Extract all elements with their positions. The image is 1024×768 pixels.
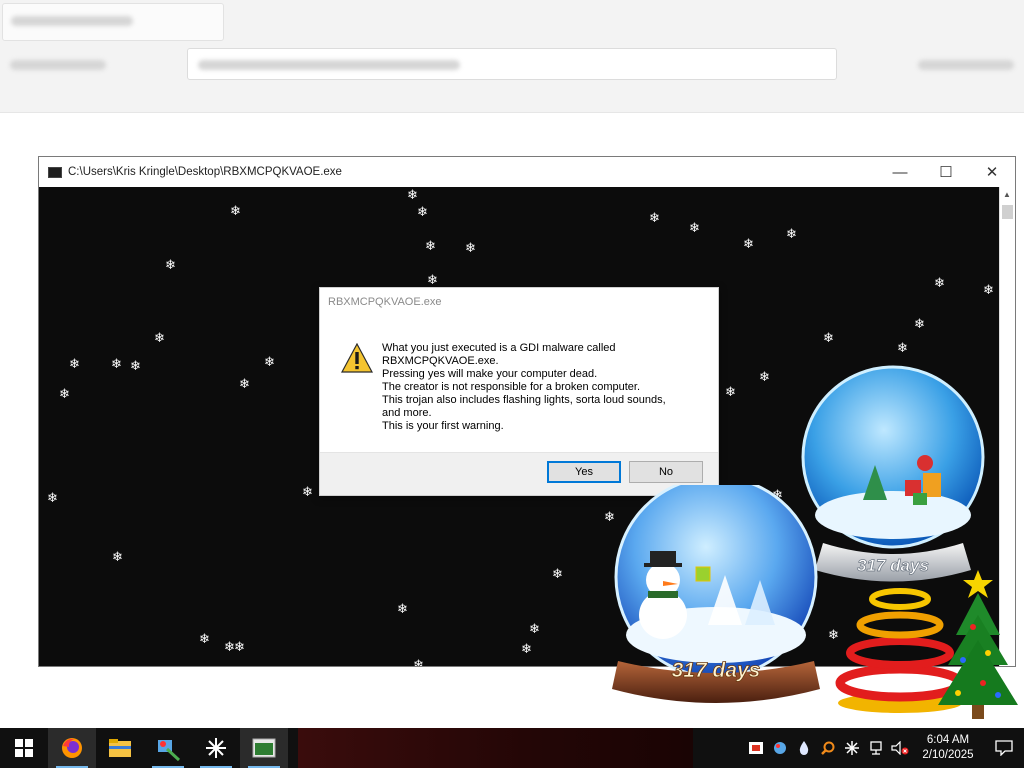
start-button[interactable] (0, 728, 48, 768)
warning-icon (341, 343, 373, 373)
close-button[interactable]: ✕ (969, 157, 1015, 187)
snowflake-icon: ❄ (689, 220, 700, 235)
windows-logo-icon (15, 739, 33, 757)
taskbar: 6:04 AM 2/10/2025 (0, 728, 1024, 768)
snowflake-icon: ❄ (230, 203, 241, 218)
snowflake-icon: ❄ (397, 601, 408, 616)
taskbar-clock[interactable]: 6:04 AM 2/10/2025 (912, 733, 984, 763)
warning-dialog[interactable]: RBXMCPQKVAOE.exe What you just executed … (319, 287, 719, 496)
background-blurred-text (918, 60, 1014, 70)
snowflake-icon: ❄ (425, 238, 436, 253)
snowflake-icon: ❄ (111, 356, 122, 371)
scroll-up-arrow-icon[interactable]: ▲ (1003, 190, 1011, 199)
tray-droplet-icon[interactable] (792, 728, 816, 768)
snowflake-icon: ❄ (154, 330, 165, 345)
tray-paint-icon[interactable] (768, 728, 792, 768)
console-titlebar[interactable]: C:\Users\Kris Kringle\Desktop\RBXMCPQKVA… (39, 157, 1015, 187)
yes-button[interactable]: Yes (547, 461, 621, 483)
console-window-icon (252, 738, 276, 758)
volume-muted-icon[interactable] (888, 728, 912, 768)
dialog-title: RBXMCPQKVAOE.exe (328, 296, 442, 308)
snowflake-icon: ❄ (407, 187, 418, 202)
snowflake-icon: ❄ (427, 272, 438, 287)
snowflake-icon: ❄ (69, 356, 80, 371)
snowflake-icon: ❄ (302, 484, 313, 499)
system-tray: 6:04 AM 2/10/2025 (744, 728, 1024, 768)
background-blurred-text (10, 60, 106, 70)
snowflake-icon: ❄ (759, 369, 770, 384)
snowflake-icon: ❄ (823, 330, 834, 345)
snowflake-icon: ❄ (743, 236, 754, 251)
taskbar-console-window[interactable] (240, 728, 288, 768)
notification-icon (995, 740, 1013, 756)
minimize-button[interactable]: — (877, 157, 923, 187)
clock-date: 2/10/2025 (922, 749, 974, 761)
snowflake-icon: ❄ (897, 340, 908, 355)
taskbar-firefox[interactable] (48, 728, 96, 768)
folder-icon (109, 739, 131, 757)
tray-app-icon[interactable] (744, 728, 768, 768)
background-browser-chrome (0, 0, 1024, 113)
snowflake-icon: ❄ (914, 316, 925, 331)
snowflake-icon: ❄ (199, 631, 210, 646)
snowflake-icon: ❄ (786, 226, 797, 241)
snowflake-icon: ❄ (465, 240, 476, 255)
console-title: C:\Users\Kris Kringle\Desktop\RBXMCPQKVA… (68, 166, 342, 178)
snowflake-icon: ❄ (552, 566, 563, 581)
snowflake-icon: ❄ (521, 641, 532, 656)
snowflake-icon: ❄ (529, 621, 540, 636)
snowflake-icon: ❄ (47, 490, 58, 505)
notification-center-button[interactable] (984, 728, 1024, 768)
snowflake-icon: ❄ (983, 282, 994, 297)
taskbar-snowflake-app[interactable] (192, 728, 240, 768)
console-app-icon (48, 166, 62, 178)
taskbar-file-explorer[interactable] (96, 728, 144, 768)
dialog-message: What you just executed is a GDI malware … (382, 342, 666, 432)
snowflake-icon: ❄ (649, 210, 660, 225)
paint-icon (158, 740, 181, 761)
snowflake-icon: ❄ (59, 386, 70, 401)
background-address-bar (187, 48, 837, 80)
firefox-icon (62, 738, 82, 758)
snowflake-icon: ❄ (934, 275, 945, 290)
snowflake-icon: ❄ (239, 376, 250, 391)
no-button[interactable]: No (629, 461, 703, 483)
snowflake-icon: ❄ (725, 384, 736, 399)
snowglobe-front-label: 317 days (672, 659, 761, 682)
clock-time: 6:04 AM (926, 734, 970, 746)
tray-search-icon[interactable] (816, 728, 840, 768)
snowflake-icon: ❄ (264, 354, 275, 369)
snowflake-icon: ❄ (234, 639, 245, 654)
network-icon[interactable] (864, 728, 888, 768)
background-tab (2, 3, 224, 41)
christmas-tree (938, 570, 1018, 719)
snowglobe-front: 317 days (612, 485, 820, 703)
taskbar-paint[interactable] (144, 728, 192, 768)
snowflake-icon: ❄ (112, 549, 123, 564)
snowflake-icon: ❄ (130, 358, 141, 373)
snowflake-icon (206, 738, 226, 758)
snowflake-icon: ❄ (165, 257, 176, 272)
scroll-thumb[interactable] (1002, 205, 1013, 219)
taskbar-wallpaper-strip (298, 728, 693, 768)
snowflake-icon: ❄ (417, 204, 428, 219)
tray-snowflake-icon[interactable] (840, 728, 864, 768)
maximize-button[interactable]: ☐ (923, 157, 969, 187)
snowflake-icon: ❄ (413, 657, 424, 666)
